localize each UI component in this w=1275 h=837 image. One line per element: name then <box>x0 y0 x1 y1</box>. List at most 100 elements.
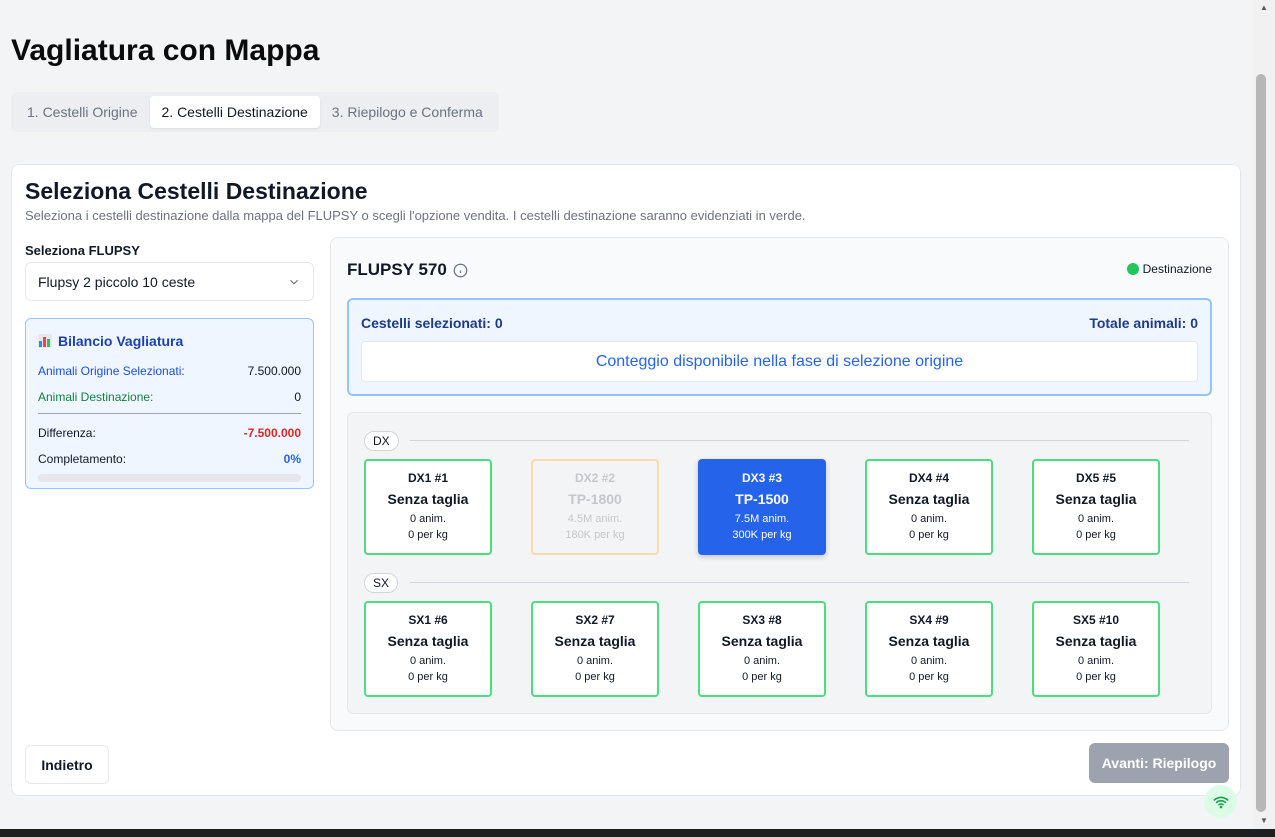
total-animals: Totale animali: 0 <box>1089 315 1198 331</box>
basket-size: Senza taglia <box>387 491 469 507</box>
destination-card: Seleziona Cestelli Destinazione Selezion… <box>11 164 1241 796</box>
basket-size: TP-1500 <box>735 491 789 507</box>
basket-animals: 0 anim. <box>743 655 781 667</box>
basket-animals: 0 anim. <box>409 655 447 667</box>
basket-animals: 4.5M anim. <box>567 513 623 525</box>
origin-animals-value: 7.500.000 <box>247 364 301 378</box>
difference-value: -7.500.000 <box>243 426 301 440</box>
info-icon[interactable] <box>453 263 468 278</box>
basket-size: Senza taglia <box>721 633 803 649</box>
tab-destination[interactable]: 2. Cestelli Destinazione <box>149 96 320 128</box>
scroll-down-icon[interactable]: ▼ <box>1253 813 1275 829</box>
basket-animals: 0 anim. <box>576 655 614 667</box>
row-label-sx: SX <box>364 573 399 593</box>
basket-size: Senza taglia <box>554 633 636 649</box>
basket-code: DX1 #1 <box>407 471 449 485</box>
legend: Destinazione <box>1126 262 1212 276</box>
back-button[interactable]: Indietro <box>25 745 109 784</box>
legend-dot <box>1126 263 1139 275</box>
page-scrollbar[interactable]: ▲ ▼ <box>1253 0 1275 829</box>
basket-dx4[interactable]: DX4 #4 Senza taglia 0 anim. 0 per kg <box>865 459 993 555</box>
basket-code: SX4 #9 <box>909 613 949 627</box>
card-subtitle: Seleziona i cestelli destinazione dalla … <box>25 208 806 223</box>
selection-summary: Cestelli selezionati: 0 Totale animali: … <box>347 298 1212 396</box>
origin-animals-label: Animali Origine Selezionati: <box>38 364 185 378</box>
dest-animals-value: 0 <box>294 390 301 404</box>
difference-row: Differenza: -7.500.000 <box>38 426 301 440</box>
basket-animals: 0 anim. <box>1077 513 1115 525</box>
next-summary-button[interactable]: Avanti: Riepilogo <box>1089 743 1229 783</box>
basket-grid: DX DX1 #1 Senza taglia 0 anim. 0 per kg DX2 #… <box>347 412 1212 714</box>
balance-title: Bilancio Vagliatura <box>58 333 184 349</box>
basket-animals: 0 anim. <box>1077 655 1115 667</box>
basket-size: Senza taglia <box>1055 491 1137 507</box>
basket-size: Senza taglia <box>888 491 970 507</box>
dest-animals-row: Animali Destinazione: 0 <box>38 390 301 404</box>
basket-per-kg: 180K per kg <box>565 529 625 541</box>
difference-label: Differenza: <box>38 426 96 440</box>
basket-sx2[interactable]: SX2 #7 Senza taglia 0 anim. 0 per kg <box>531 601 659 697</box>
balance-divider <box>38 413 301 414</box>
completion-label: Completamento: <box>38 452 127 466</box>
origin-animals-row: Animali Origine Selezionati: 7.500.000 <box>38 364 301 378</box>
step-tabs: 1. Cestelli Origine 2. Cestelli Destinaz… <box>11 92 499 132</box>
basket-code: SX1 #6 <box>408 613 448 627</box>
completion-progress <box>38 474 301 482</box>
basket-dx1[interactable]: DX1 #1 Senza taglia 0 anim. 0 per kg <box>364 459 492 555</box>
completion-row: Completamento: 0% <box>38 452 301 466</box>
basket-sx4[interactable]: SX4 #9 Senza taglia 0 anim. 0 per kg <box>865 601 993 697</box>
scroll-up-icon[interactable]: ▲ <box>1253 0 1275 16</box>
selected-baskets-count: Cestelli selezionati: 0 <box>361 315 503 331</box>
tab-summary[interactable]: 3. Riepilogo e Conferma <box>320 96 495 128</box>
basket-animals: 0 anim. <box>409 513 447 525</box>
basket-code: SX2 #7 <box>575 613 615 627</box>
page-title: Vagliatura con Mappa <box>11 34 320 67</box>
basket-dx3[interactable]: DX3 #3 TP-1500 7.5M anim. 300K per kg <box>698 459 826 555</box>
basket-per-kg: 0 per kg <box>408 671 448 683</box>
scrollbar-thumb[interactable] <box>1256 74 1266 812</box>
basket-dx5[interactable]: DX5 #5 Senza taglia 0 anim. 0 per kg <box>1032 459 1160 555</box>
basket-size: TP-1800 <box>568 491 622 507</box>
basket-code: DX3 #3 <box>741 471 783 485</box>
basket-per-kg: 0 per kg <box>909 529 949 541</box>
card-title: Seleziona Cestelli Destinazione <box>25 178 368 204</box>
chevron-down-icon <box>290 279 298 285</box>
bar-chart-icon <box>38 334 52 348</box>
basket-sx1[interactable]: SX1 #6 Senza taglia 0 anim. 0 per kg <box>364 601 492 697</box>
basket-code: DX5 #5 <box>1075 471 1117 485</box>
flupsy-map: FLUPSY 570 Destinazione Cestelli selezio… <box>330 237 1229 731</box>
basket-sx3[interactable]: SX3 #8 Senza taglia 0 anim. 0 per kg <box>698 601 826 697</box>
basket-per-kg: 0 per kg <box>575 671 615 683</box>
basket-sx5[interactable]: SX5 #10 Senza taglia 0 anim. 0 per kg <box>1032 601 1160 697</box>
basket-code: DX2 #2 <box>574 471 616 485</box>
basket-per-kg: 300K per kg <box>732 529 792 541</box>
tab-origin[interactable]: 1. Cestelli Origine <box>15 96 150 128</box>
basket-per-kg: 0 per kg <box>1076 529 1116 541</box>
row-divider <box>410 440 1189 441</box>
basket-code: DX4 #4 <box>908 471 950 485</box>
basket-code: SX5 #10 <box>1072 613 1120 627</box>
basket-per-kg: 0 per kg <box>408 529 448 541</box>
flupsy-select[interactable]: Flupsy 2 piccolo 10 ceste <box>25 262 314 301</box>
basket-per-kg: 0 per kg <box>1076 671 1116 683</box>
dest-animals-label: Animali Destinazione: <box>38 390 154 404</box>
row-divider <box>410 582 1189 583</box>
basket-animals: 7.5M anim. <box>734 513 790 525</box>
map-title: FLUPSY 570 <box>347 260 447 279</box>
basket-size: Senza taglia <box>387 633 469 649</box>
basket-dx2: DX2 #2 TP-1800 4.5M anim. 180K per kg <box>531 459 659 555</box>
count-note: Conteggio disponibile nella fase di sele… <box>361 341 1198 382</box>
basket-animals: 0 anim. <box>910 655 948 667</box>
flupsy-select-label: Seleziona FLUPSY <box>25 243 140 258</box>
basket-size: Senza taglia <box>1055 633 1137 649</box>
flupsy-select-value: Flupsy 2 piccolo 10 ceste <box>38 273 196 290</box>
row-label-dx: DX <box>364 431 399 451</box>
basket-animals: 0 anim. <box>910 513 948 525</box>
completion-value: 0% <box>283 452 301 466</box>
wifi-icon[interactable] <box>1204 785 1237 818</box>
basket-size: Senza taglia <box>888 633 970 649</box>
basket-per-kg: 0 per kg <box>742 671 782 683</box>
legend-label: Destinazione <box>1142 262 1212 276</box>
balance-panel: Bilancio Vagliatura Animali Origine Sele… <box>25 318 314 489</box>
basket-per-kg: 0 per kg <box>909 671 949 683</box>
